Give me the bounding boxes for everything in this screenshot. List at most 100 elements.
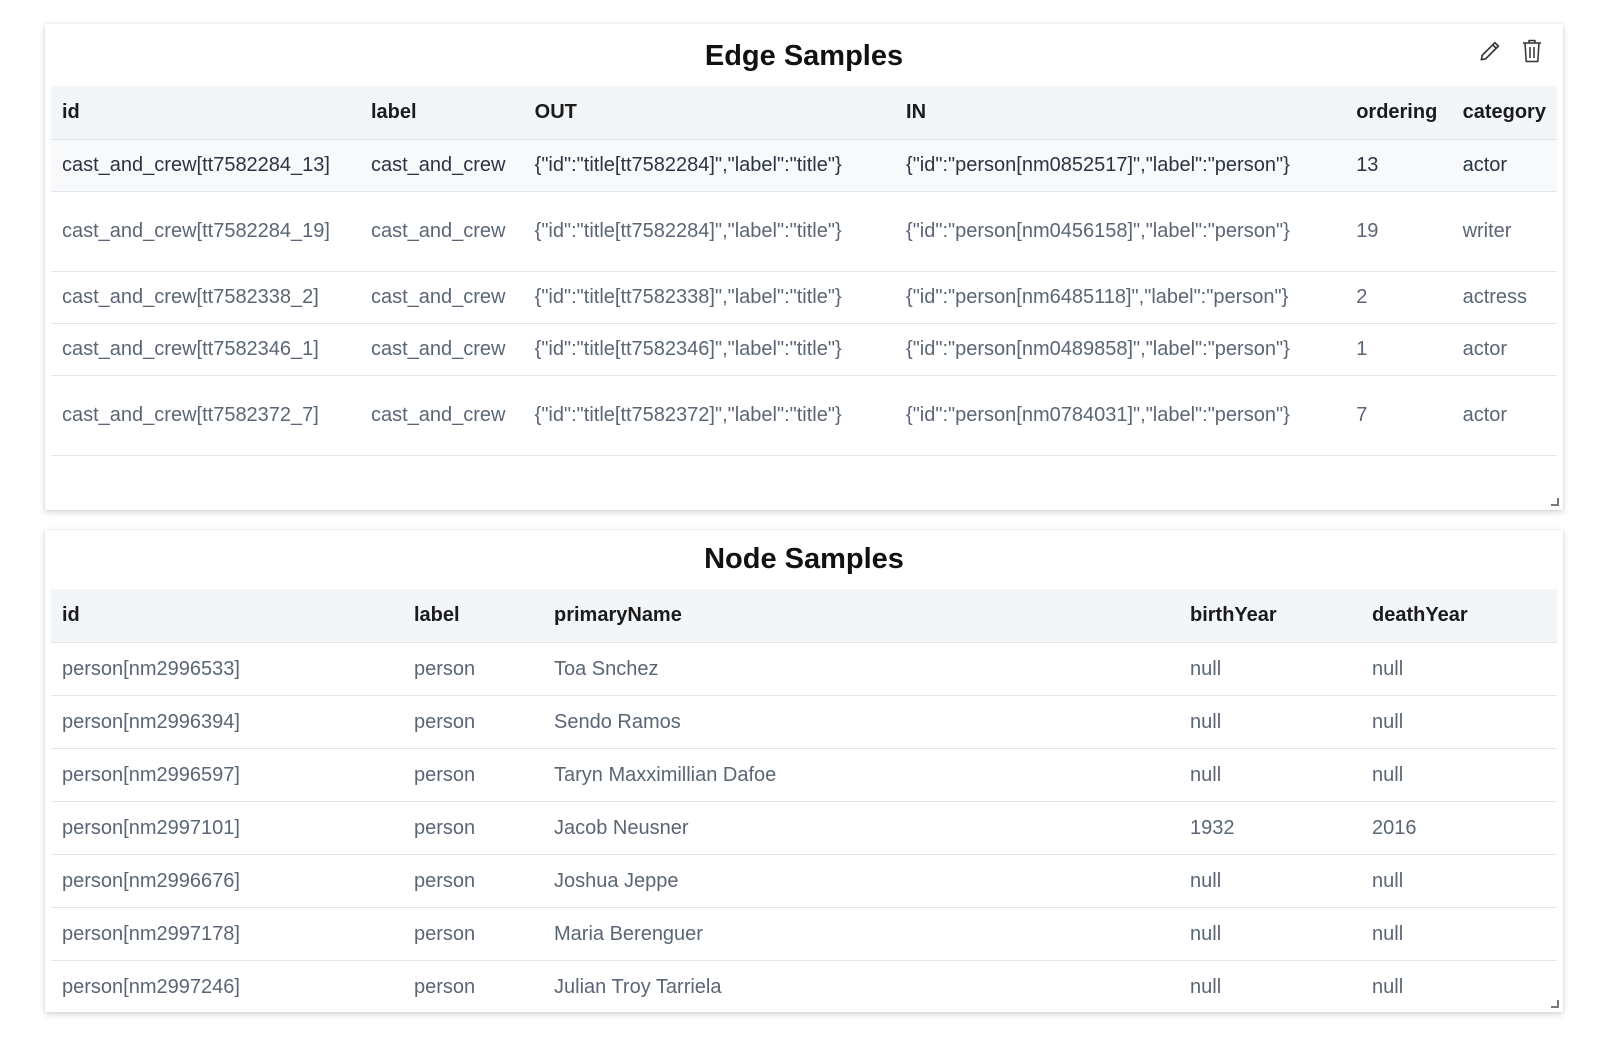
table-cell: null	[1361, 748, 1557, 802]
table-cell: actor	[1451, 375, 1557, 456]
table-cell: {"id":"title[tt7582284]","label":"title"…	[523, 191, 896, 272]
edge-table: id label OUT IN ordering category cast_a…	[51, 86, 1557, 456]
table-cell: cast_and_crew[tt7582284_13]	[51, 139, 360, 192]
table-cell: person	[403, 642, 543, 696]
table-row[interactable]: cast_and_crew[tt7582372_7] cast_and_crew…	[51, 375, 1557, 456]
table-cell: person[nm2996676]	[51, 854, 403, 908]
node-table-header: id label primaryName birthYear deathYear	[51, 589, 1557, 643]
table-row[interactable]: person[nm2997178] person Maria Berenguer…	[51, 907, 1557, 961]
table-cell: null	[1361, 907, 1557, 961]
column-header-id[interactable]: id	[51, 589, 403, 643]
table-cell: 1	[1345, 323, 1452, 376]
table-row[interactable]: person[nm2996597] person Taryn Maxximill…	[51, 748, 1557, 802]
column-header-label[interactable]: label	[403, 589, 543, 643]
table-cell: writer	[1451, 191, 1557, 272]
table-cell: Julian Troy Tarriela	[543, 960, 1179, 1012]
table-cell: {"id":"title[tt7582338]","label":"title"…	[523, 271, 896, 324]
column-header-primaryname[interactable]: primaryName	[543, 589, 1179, 643]
delete-button[interactable]	[1517, 36, 1547, 66]
table-cell: null	[1361, 854, 1557, 908]
table-cell: null	[1179, 960, 1361, 1012]
table-row[interactable]: cast_and_crew[tt7582338_2] cast_and_crew…	[51, 271, 1557, 324]
table-cell: person[nm2997178]	[51, 907, 403, 961]
edge-samples-panel: Edge Samples id label OUT IN ordering ca…	[45, 24, 1563, 510]
table-cell: cast_and_crew	[359, 191, 524, 272]
table-cell: Jacob Neusner	[543, 801, 1179, 855]
table-row[interactable]: cast_and_crew[tt7582346_1] cast_and_crew…	[51, 323, 1557, 376]
table-cell: Taryn Maxximillian Dafoe	[543, 748, 1179, 802]
table-cell: 19	[1345, 191, 1452, 272]
table-cell: person[nm2996394]	[51, 695, 403, 749]
column-header-deathyear[interactable]: deathYear	[1361, 589, 1557, 643]
column-header-category[interactable]: category	[1451, 86, 1557, 140]
table-row[interactable]: cast_and_crew[tt7582284_13] cast_and_cre…	[51, 139, 1557, 192]
pencil-icon	[1480, 41, 1500, 61]
table-cell: 2016	[1361, 801, 1557, 855]
table-cell: null	[1361, 960, 1557, 1012]
table-row[interactable]: person[nm2996394] person Sendo Ramos nul…	[51, 695, 1557, 749]
table-cell: null	[1361, 642, 1557, 696]
table-cell: Joshua Jeppe	[543, 854, 1179, 908]
table-cell: cast_and_crew[tt7582346_1]	[51, 323, 360, 376]
table-cell: Sendo Ramos	[543, 695, 1179, 749]
edge-table-scroll[interactable]: id label OUT IN ordering category cast_a…	[51, 86, 1557, 510]
table-row[interactable]: cast_and_crew[tt7582284_19] cast_and_cre…	[51, 191, 1557, 272]
table-cell: actor	[1451, 323, 1557, 376]
table-cell: {"id":"person[nm0784031]","label":"perso…	[895, 375, 1346, 456]
table-cell: {"id":"person[nm0456158]","label":"perso…	[895, 191, 1346, 272]
table-cell: 7	[1345, 375, 1452, 456]
table-cell: cast_and_crew[tt7582284_19]	[51, 191, 360, 272]
table-cell: cast_and_crew[tt7582372_7]	[51, 375, 360, 456]
panel-toolbar	[1475, 36, 1547, 66]
table-cell: person[nm2996533]	[51, 642, 403, 696]
table-cell: 1932	[1179, 801, 1361, 855]
resize-handle[interactable]	[1551, 1000, 1559, 1008]
resize-handle[interactable]	[1551, 498, 1559, 506]
node-samples-title: Node Samples	[704, 543, 904, 575]
column-header-label[interactable]: label	[359, 86, 524, 140]
table-cell: null	[1179, 695, 1361, 749]
table-cell: person[nm2997246]	[51, 960, 403, 1012]
table-cell: null	[1179, 907, 1361, 961]
table-cell: {"id":"person[nm0489858]","label":"perso…	[895, 323, 1346, 376]
table-cell: {"id":"title[tt7582284]","label":"title"…	[523, 139, 896, 192]
table-cell: cast_and_crew	[359, 271, 524, 324]
table-cell: Maria Berenguer	[543, 907, 1179, 961]
table-cell: {"id":"title[tt7582346]","label":"title"…	[523, 323, 896, 376]
table-cell: null	[1361, 695, 1557, 749]
node-samples-panel: Node Samples id label primaryName birthY…	[45, 530, 1563, 1012]
table-cell: {"id":"title[tt7582372]","label":"title"…	[523, 375, 896, 456]
table-cell: 2	[1345, 271, 1452, 324]
table-cell: actor	[1451, 139, 1557, 192]
table-cell: 13	[1345, 139, 1452, 192]
table-cell: cast_and_crew	[359, 375, 524, 456]
column-header-out[interactable]: OUT	[523, 86, 896, 140]
table-row[interactable]: person[nm2996533] person Toa Snchez null…	[51, 642, 1557, 696]
column-header-ordering[interactable]: ordering	[1345, 86, 1452, 140]
table-cell: person	[403, 907, 543, 961]
table-row[interactable]: person[nm2997246] person Julian Troy Tar…	[51, 960, 1557, 1012]
trash-icon	[1523, 39, 1541, 63]
edge-table-header: id label OUT IN ordering category	[51, 86, 1557, 140]
table-cell: person	[403, 960, 543, 1012]
table-cell: null	[1179, 642, 1361, 696]
table-row[interactable]: person[nm2996676] person Joshua Jeppe nu…	[51, 854, 1557, 908]
table-cell: {"id":"person[nm6485118]","label":"perso…	[895, 271, 1346, 324]
column-header-id[interactable]: id	[51, 86, 360, 140]
node-table: id label primaryName birthYear deathYear…	[51, 589, 1557, 1012]
column-header-in[interactable]: IN	[895, 86, 1346, 140]
node-table-scroll[interactable]: id label primaryName birthYear deathYear…	[51, 589, 1557, 1012]
table-cell: person	[403, 801, 543, 855]
table-cell: person	[403, 854, 543, 908]
table-cell: null	[1179, 854, 1361, 908]
table-cell: person	[403, 695, 543, 749]
table-cell: cast_and_crew[tt7582338_2]	[51, 271, 360, 324]
table-cell: cast_and_crew	[359, 139, 524, 192]
table-cell: cast_and_crew	[359, 323, 524, 376]
edge-samples-title: Edge Samples	[704, 40, 904, 72]
table-row[interactable]: person[nm2997101] person Jacob Neusner 1…	[51, 801, 1557, 855]
edit-button[interactable]	[1475, 36, 1505, 66]
table-cell: {"id":"person[nm0852517]","label":"perso…	[895, 139, 1346, 192]
table-cell: person	[403, 748, 543, 802]
column-header-birthyear[interactable]: birthYear	[1179, 589, 1361, 643]
